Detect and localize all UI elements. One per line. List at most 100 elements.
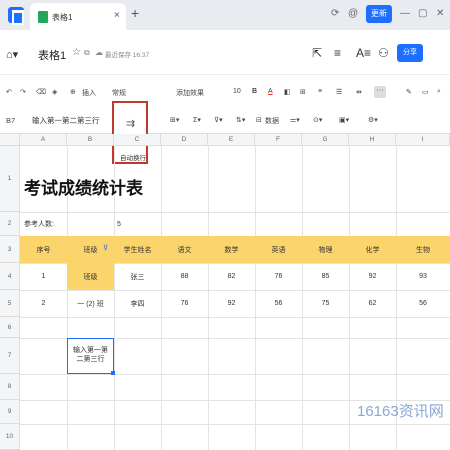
participants-label-cell[interactable]: 参考人数: [20, 212, 67, 236]
home-icon[interactable]: ⌂▾ [6, 48, 18, 61]
new-tab-icon[interactable]: + [131, 5, 139, 21]
data-cell[interactable]: 92 [208, 290, 255, 317]
align-center-icon[interactable]: ☰ [336, 88, 342, 96]
row-header[interactable]: 9 [0, 400, 20, 424]
star-icon[interactable]: ☆ [72, 47, 81, 58]
sheet-title-cell[interactable]: 考试成绩统计表 [24, 174, 143, 199]
paint-icon[interactable]: ✎ [406, 88, 412, 96]
at-icon[interactable]: @ [348, 8, 358, 19]
header-cell[interactable]: 物理 [302, 236, 349, 263]
data-cell[interactable]: 82 [208, 263, 255, 290]
data-cell[interactable]: 85 [302, 263, 349, 290]
search-icon[interactable]: ⌕ [437, 88, 441, 96]
font-size-select[interactable]: 10 [233, 88, 241, 95]
bold-button[interactable]: B [252, 88, 257, 95]
comment-icon[interactable]: ▭ [422, 88, 429, 96]
column-header[interactable]: I [396, 134, 450, 146]
header-cell[interactable]: 生物 [396, 236, 450, 263]
update-button[interactable]: 更新 [366, 5, 392, 23]
spreadsheet-grid[interactable]: A B C D E F G H I 1 2 3 4 5 6 7 8 9 10 考… [0, 134, 450, 450]
data-cell[interactable]: 76 [161, 290, 208, 317]
settings-icon[interactable]: ⚙▾ [368, 116, 378, 124]
selected-cell-b7[interactable]: 输入第一第二第三行 [67, 338, 114, 374]
insert-icon[interactable]: ⊕ [70, 88, 76, 96]
maximize-icon[interactable]: ▢ [418, 8, 427, 19]
share-button[interactable]: 分享 [397, 44, 423, 62]
redo-icon[interactable]: ↷ [20, 88, 26, 96]
column-header[interactable]: F [255, 134, 302, 146]
header-cell[interactable]: 学生姓名 [114, 236, 161, 263]
column-header[interactable]: G [302, 134, 349, 146]
fill-color-icon[interactable]: ◧ [284, 88, 291, 96]
data-cell[interactable]: 93 [396, 263, 450, 290]
row-header[interactable]: 3 [0, 236, 20, 263]
data-menu[interactable]: 数据 [265, 116, 279, 126]
border-icon[interactable]: ⊞ [300, 88, 306, 96]
data-cell[interactable]: 56 [396, 290, 450, 317]
header-cell[interactable]: 语文 [161, 236, 208, 263]
wrap-text-icon[interactable]: ⇉ [126, 117, 135, 130]
menu-icon[interactable]: ≡ [334, 46, 341, 60]
chart-icon[interactable]: ⚌▾ [290, 116, 300, 124]
close-window-icon[interactable]: ✕ [436, 8, 444, 19]
formula-input[interactable]: 输入第一第二第三行 [32, 115, 100, 126]
format-painter-icon[interactable]: ⌫ [36, 88, 46, 96]
row-header[interactable]: 1 [0, 146, 20, 212]
sort-icon[interactable]: ⇅▾ [236, 116, 245, 124]
column-header[interactable]: C [114, 134, 161, 146]
select-all-corner[interactable] [0, 134, 20, 146]
clear-format-icon[interactable]: ◈ [52, 88, 57, 96]
row-header[interactable]: 2 [0, 212, 20, 236]
data-cell[interactable]: 班级 [67, 263, 114, 290]
participants-value-cell[interactable]: 5 [114, 212, 124, 236]
header-cell[interactable]: 化学 [349, 236, 396, 263]
data-cell[interactable]: 1 [20, 263, 67, 290]
data-cell[interactable]: 88 [161, 263, 208, 290]
column-header[interactable]: E [208, 134, 255, 146]
column-header[interactable]: B [67, 134, 114, 146]
row-header[interactable]: 7 [0, 338, 20, 374]
minimize-icon[interactable]: — [400, 8, 410, 19]
data-cell[interactable]: 张三 [114, 263, 161, 290]
row-header[interactable]: 10 [0, 424, 20, 450]
row-header[interactable]: 5 [0, 290, 20, 317]
insert-menu[interactable]: 插入 [82, 88, 96, 98]
data-cell[interactable]: 56 [255, 290, 302, 317]
row-header[interactable]: 6 [0, 317, 20, 338]
data-cell[interactable]: 75 [302, 290, 349, 317]
filter-dropdown-icon[interactable]: ⊽ [103, 244, 108, 252]
data-cell[interactable]: 62 [349, 290, 396, 317]
fill-handle[interactable] [111, 371, 115, 375]
align-left-icon[interactable]: ≡ [318, 88, 322, 95]
header-cell[interactable]: 数学 [208, 236, 255, 263]
undo-icon[interactable]: ↶ [6, 88, 12, 96]
move-icon[interactable]: ⧉ [84, 48, 90, 58]
filter-icon[interactable]: ⊽▾ [214, 116, 223, 124]
lock-icon[interactable]: ⊙▾ [313, 116, 322, 124]
data-cell[interactable]: 2 [20, 290, 67, 317]
data-cell[interactable]: 92 [349, 263, 396, 290]
cell-reference[interactable]: B7 [6, 116, 15, 125]
merge-icon[interactable]: ⇹ [356, 88, 362, 96]
column-header[interactable]: A [20, 134, 67, 146]
tab-close-icon[interactable]: × [114, 10, 120, 21]
number-format-select[interactable]: 添加效果 [176, 88, 204, 98]
text-format-icon[interactable]: A≡ [356, 46, 371, 60]
header-cell[interactable]: 英语 [255, 236, 302, 263]
sync-icon[interactable]: ⟳ [331, 8, 339, 19]
user-icon[interactable]: ⚇ [378, 46, 389, 60]
export-icon[interactable]: ⇱ [312, 46, 322, 60]
font-color-button[interactable]: A [268, 88, 273, 95]
column-header[interactable]: H [349, 134, 396, 146]
data-cell[interactable]: 76 [255, 263, 302, 290]
font-name-select[interactable]: 常规 [112, 88, 126, 98]
row-header[interactable]: 4 [0, 263, 20, 290]
freeze-icon[interactable]: ▣▾ [339, 116, 349, 124]
table-style-icon[interactable]: ⊞▾ [170, 116, 179, 124]
column-header[interactable]: D [161, 134, 208, 146]
data-cell[interactable]: 一 (2) 班 [67, 290, 114, 317]
more-icon[interactable]: ··· [374, 86, 386, 98]
data-cell[interactable]: 李四 [114, 290, 161, 317]
header-cell[interactable]: 序号 [20, 236, 67, 263]
app-logo-icon[interactable] [8, 7, 24, 25]
